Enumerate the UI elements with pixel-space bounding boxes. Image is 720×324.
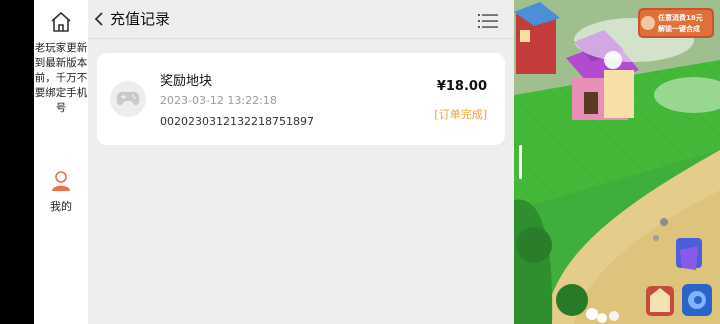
- home-button[interactable]: [34, 10, 88, 40]
- user-icon: [52, 171, 70, 191]
- gamepad-icon: [116, 92, 140, 106]
- list-menu-icon: [478, 14, 498, 28]
- me-button[interactable]: 我的: [34, 170, 88, 214]
- left-black-strip: [0, 0, 34, 324]
- order-number: 002023031213221875189​7: [160, 115, 314, 128]
- promo-line-1: 任意消费18元: [657, 13, 703, 22]
- game-scene: 任意消费18元 解锁一键合成: [514, 0, 720, 324]
- me-label: 我的: [50, 200, 72, 213]
- sidebar: 老玩家更新到最新版本前，千万不要绑定手机号 我的: [34, 0, 88, 324]
- header: 充值记录: [88, 0, 514, 39]
- update-notice: 老玩家更新到最新版本前，千万不要绑定手机号: [34, 42, 88, 114]
- order-status: [订单完成]: [434, 108, 487, 121]
- page-title: 充值记录: [110, 10, 171, 28]
- game-icon-circle: [110, 81, 146, 117]
- chevron-left-icon: [94, 12, 103, 26]
- item-name: 奖励地块: [160, 74, 213, 89]
- main-panel: 充值记录 奖励地块 2023-03-12 13:22:18 0020230312…: [88, 0, 514, 324]
- item-date: 2023-03-12 13:22:18: [160, 94, 277, 107]
- back-button[interactable]: [94, 9, 108, 29]
- recharge-record-card[interactable]: 奖励地块 2023-03-12 13:22:18 002023031213221…: [97, 53, 505, 145]
- menu-button[interactable]: [478, 13, 498, 28]
- item-price: ¥18.00: [436, 79, 487, 94]
- game-view[interactable]: 任意消费18元 解锁一键合成: [514, 0, 720, 324]
- promo-line-2: 解锁一键合成: [658, 24, 700, 33]
- home-icon: [51, 12, 71, 32]
